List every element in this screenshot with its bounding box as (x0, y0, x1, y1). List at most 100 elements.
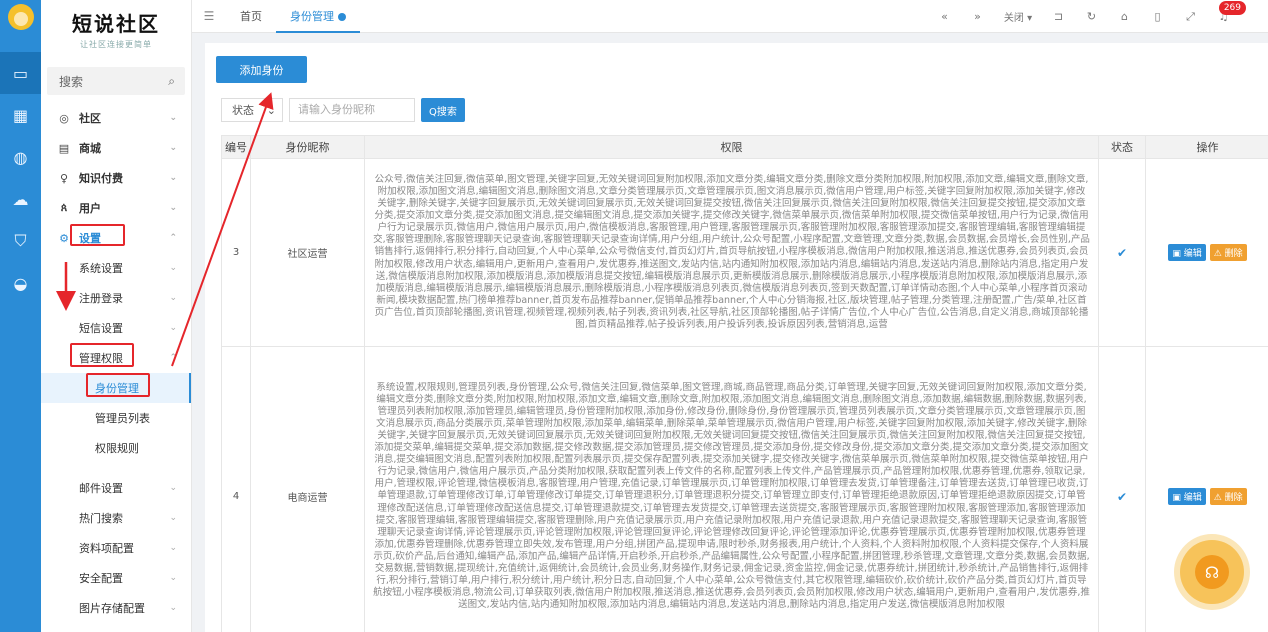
sidebar-item-hot-search[interactable]: 热门搜索 ⌄ (41, 503, 191, 533)
row-perm: 公众号,微信关注回复,微信菜单,图文管理,关键字回复,无效关键词回复附加权限,添… (364, 158, 1099, 347)
bulb-icon: ♀ (59, 171, 69, 185)
chevron-up-icon: ⌃ (169, 353, 177, 363)
logo-title: 短说社区 (72, 12, 160, 36)
shop-icon: ▤ (58, 141, 70, 155)
close-dropdown[interactable]: 关闭 ▾ (994, 9, 1042, 24)
sidebar-item-mail[interactable]: 邮件设置 ⌄ (41, 473, 191, 503)
sidebar-search[interactable]: 搜索 ⌕ (47, 67, 185, 95)
table-row: 3 社区运营 公众号,微信关注回复,微信菜单,图文管理,关键字回复,无效关键词回… (221, 158, 1268, 347)
sidebar: 短说社区 让社区连接更简单 搜索 ⌕ ◎ 社区 ⌄ ▤ 商城 ⌄ ♀ 知识付费 ⌄ ጰ 用户 ⌄… (41, 0, 192, 632)
menu-toggle-icon[interactable]: ☰ (192, 9, 226, 23)
headset-icon: ☊ (1195, 555, 1229, 589)
chevron-down-icon: ⌄ (169, 173, 177, 183)
users-icon: ጰ (60, 201, 68, 214)
top-right-tools: « » 关闭 ▾ ⊐ ↻ ⌂ ▯ ⤢ ♫ (928, 0, 1240, 33)
sidebar-item-register[interactable]: 注册登录 ⌄ (41, 283, 191, 313)
col-id: 编号 (221, 135, 251, 159)
row-perm: 系统设置,权限规则,管理员列表,身份管理,公众号,微信关注回复,微信菜单,图文管… (364, 346, 1099, 632)
delete-button[interactable]: ⚠ 删除 (1209, 488, 1247, 505)
sidebar-item-sms[interactable]: 短信设置 ⌄ (41, 313, 191, 343)
avatar[interactable] (7, 4, 34, 30)
top-bar: ☰ 首页 身份管理 « » 关闭 ▾ ⊐ ↻ ⌂ ▯ ⤢ ♫ 269 (192, 0, 1268, 33)
col-perm: 权限 (364, 135, 1099, 159)
back-icon[interactable]: ⊐ (1042, 10, 1075, 23)
tab-close-icon[interactable] (338, 12, 346, 21)
logo-subtitle: 让社区连接更简单 (80, 40, 152, 49)
sidebar-item-profile-fields[interactable]: 资料项配置 ⌄ (41, 533, 191, 563)
chevron-down-icon: ⌄ (169, 143, 177, 153)
gamepad-icon[interactable]: ◒ (0, 262, 41, 304)
edit-button[interactable]: ▣ 编辑 (1168, 244, 1206, 261)
chevron-down-icon: ⌄ (169, 293, 177, 303)
filter-bar: 状态 ⌄ 请输入身份昵称 Q搜索 (221, 98, 465, 122)
search-input[interactable]: 搜索 (59, 73, 83, 90)
identity-table: 编号 身份昵称 权限 状态 操作 3 社区运营 公众号,微信关注回复,微信菜单,… (221, 135, 1268, 632)
row-id: 3 (221, 158, 251, 347)
chevron-down-icon: ⌄ (169, 603, 177, 613)
sidebar-item-perm-rules[interactable]: 权限规则 (41, 433, 191, 463)
search-icon: ⌕ (168, 73, 175, 88)
check-icon[interactable]: ✔ (1117, 490, 1127, 504)
table-header: 编号 身份昵称 权限 状态 操作 (221, 135, 1268, 159)
col-ops: 操作 (1145, 135, 1268, 159)
chevron-down-icon: ⌄ (169, 203, 177, 213)
row-name: 电商运营 (250, 346, 365, 632)
check-icon[interactable]: ✔ (1117, 246, 1127, 260)
tab-identity[interactable]: 身份管理 (276, 0, 360, 33)
row-id: 4 (221, 346, 251, 632)
annotation-box-identity (86, 373, 150, 397)
sidebar-item-image-storage[interactable]: 图片存储配置 ⌄ (41, 593, 191, 623)
chevron-down-icon: ⌄ (169, 513, 177, 523)
sidebar-item-shop[interactable]: ▤ 商城 ⌄ (41, 133, 191, 163)
chevron-down-icon: ⌄ (266, 103, 276, 117)
mobile-icon[interactable]: ▯ (1141, 10, 1174, 23)
annotation-box-admin-perm (70, 343, 134, 367)
edit-button[interactable]: ▣ 编辑 (1168, 488, 1206, 505)
nickname-input[interactable]: 请输入身份昵称 (289, 98, 415, 122)
customer-service-button[interactable]: ☊ (1180, 540, 1244, 604)
logo: 短说社区 让社区连接更简单 (41, 0, 191, 60)
scroll-right-icon[interactable]: » (961, 10, 994, 23)
sidebar-item-community[interactable]: ◎ 社区 ⌄ (41, 103, 191, 133)
annotation-box-settings (70, 224, 125, 246)
table-row: 4 电商运营 系统设置,权限规则,管理员列表,身份管理,公众号,微信关注回复,微… (221, 346, 1268, 632)
chevron-up-icon: ⌃ (169, 233, 177, 243)
cloud-icon[interactable]: ☁ (0, 178, 41, 220)
main-content: 添加身份 状态 ⌄ 请输入身份昵称 Q搜索 编号 身份昵称 权限 状态 操作 3 … (205, 43, 1268, 632)
search-button[interactable]: Q搜索 (421, 98, 465, 122)
home-icon[interactable]: ⌂ (1108, 10, 1141, 23)
chevron-down-icon: ⌄ (169, 323, 177, 333)
icon-rail: ▭ ▦ ◍ ☁ ⛉ ◒ (0, 0, 41, 632)
perm-text: 公众号,微信关注回复,微信菜单,图文管理,关键字回复,无效关键词回复附加权限,添… (373, 173, 1090, 331)
chat-icon: ◎ (59, 111, 69, 125)
fullscreen-icon[interactable]: ⤢ (1174, 10, 1207, 24)
sidebar-item-security[interactable]: 安全配置 ⌄ (41, 563, 191, 593)
sidebar-item-admin-list[interactable]: 管理员列表 (41, 403, 191, 433)
refresh-icon[interactable]: ↻ (1075, 10, 1108, 23)
globe-icon[interactable]: ◍ (0, 136, 41, 178)
chevron-down-icon: ⌄ (169, 113, 177, 123)
chevron-down-icon: ⌄ (169, 573, 177, 583)
shield-icon[interactable]: ⛉ (0, 220, 41, 262)
add-identity-button[interactable]: 添加身份 (216, 56, 307, 83)
chevron-down-icon: ⌄ (169, 543, 177, 553)
row-status: ✔ (1098, 346, 1146, 632)
row-status: ✔ (1098, 158, 1146, 347)
sidebar-item-system[interactable]: 系统设置 ⌄ (41, 253, 191, 283)
notification-badge: 269 (1218, 1, 1246, 15)
sidebar-item-users[interactable]: ጰ 用户 ⌄ (41, 193, 191, 223)
chevron-down-icon: ⌄ (169, 483, 177, 493)
grid-icon[interactable]: ▦ (0, 94, 41, 136)
chevron-down-icon: ⌄ (169, 263, 177, 273)
tab-home[interactable]: 首页 (226, 0, 276, 33)
delete-button[interactable]: ⚠ 删除 (1209, 244, 1247, 261)
monitor-icon[interactable]: ▭ (0, 52, 41, 94)
gear-icon: ⚙ (59, 231, 69, 245)
sidebar-item-knowledge[interactable]: ♀ 知识付费 ⌄ (41, 163, 191, 193)
row-ops: ▣ 编辑 ⚠ 删除 (1145, 158, 1268, 347)
scroll-left-icon[interactable]: « (928, 10, 961, 23)
status-select[interactable]: 状态 ⌄ (221, 98, 283, 122)
col-status: 状态 (1098, 135, 1146, 159)
perm-text: 系统设置,权限规则,管理员列表,身份管理,公众号,微信关注回复,微信菜单,图文管… (373, 381, 1090, 611)
col-name: 身份昵称 (250, 135, 365, 159)
